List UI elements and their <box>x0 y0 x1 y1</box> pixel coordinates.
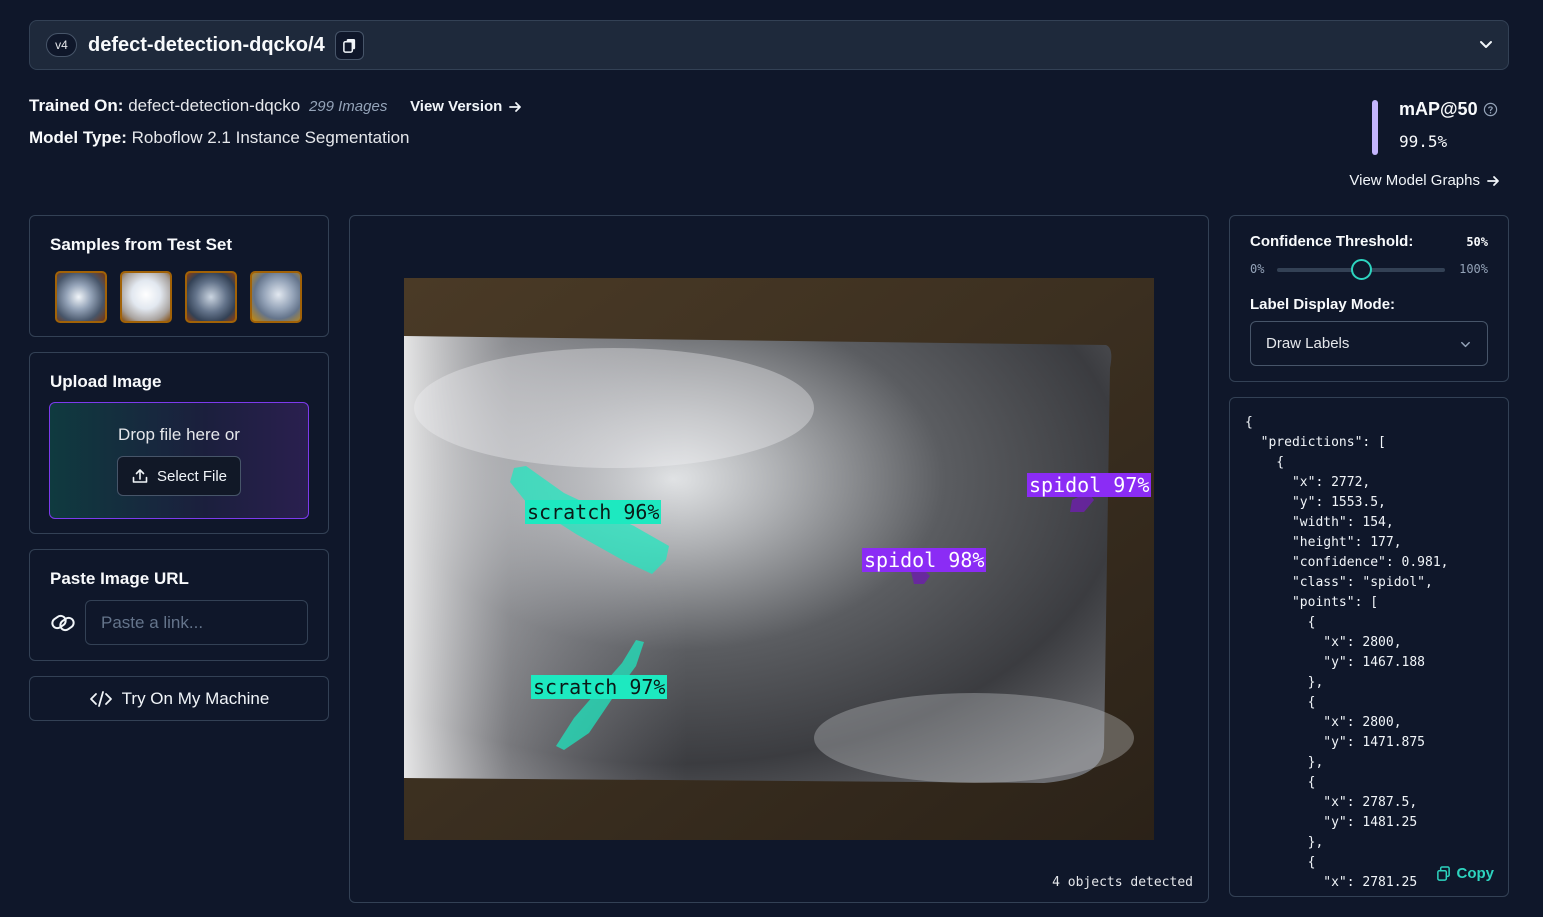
copy-icon <box>1436 866 1450 881</box>
trained-on-line: Trained On: defect-detection-dqcko 299 I… <box>29 96 522 116</box>
detection-label: spidol 98% <box>862 548 987 572</box>
upload-icon <box>132 469 148 483</box>
confidence-threshold-label: Confidence Threshold: <box>1250 233 1414 250</box>
map-label-text: mAP@50 <box>1399 99 1478 119</box>
sample-thumbnails <box>55 271 302 323</box>
inference-image: scratch 96% scratch 97% spidol 98% spido… <box>404 278 1154 840</box>
metric-accent-bar <box>1372 100 1378 155</box>
detection-label: scratch 96% <box>525 500 662 524</box>
arrow-right-icon <box>509 101 522 112</box>
copy-icon <box>342 38 355 53</box>
label-display-mode-select[interactable]: Draw Labels <box>1250 321 1488 366</box>
label-display-mode-value: Draw Labels <box>1266 335 1350 352</box>
image-url-input[interactable]: Paste a link... <box>85 600 308 645</box>
inference-image-panel: scratch 96% scratch 97% spidol 98% spido… <box>349 215 1209 903</box>
select-file-button[interactable]: Select File <box>116 456 242 496</box>
view-version-label: View Version <box>410 98 503 115</box>
help-icon[interactable] <box>1483 102 1498 117</box>
inference-controls-panel: Confidence Threshold: 50% 0% 100% Label … <box>1229 215 1509 382</box>
upload-title: Upload Image <box>50 372 162 391</box>
detection-label: spidol 97% <box>1027 473 1152 497</box>
inference-image-canvas <box>404 278 1154 840</box>
drop-text: Drop file here or <box>118 425 240 444</box>
try-on-my-machine-button[interactable]: Try On My Machine <box>29 676 329 721</box>
copy-json-button[interactable]: Copy <box>1431 865 1495 882</box>
arrow-right-icon <box>1487 175 1499 186</box>
detection-label: scratch 97% <box>531 675 668 699</box>
copy-json-label: Copy <box>1456 865 1495 882</box>
json-output-panel: { "predictions": [ { "x": 2772, "y": 155… <box>1229 397 1509 897</box>
sample-thumbnail[interactable] <box>250 271 302 323</box>
upload-panel: Upload Image Drop file here or Select Fi… <box>29 352 329 534</box>
view-model-graphs-link[interactable]: View Model Graphs <box>1349 170 1500 190</box>
version-badge: v4 <box>46 33 77 57</box>
model-type-line: Model Type: Roboflow 2.1 Instance Segmen… <box>29 128 410 148</box>
chevron-down-icon <box>1461 341 1470 348</box>
link-icon <box>51 614 75 632</box>
sample-thumbnail[interactable] <box>120 271 172 323</box>
slider-min-label: 0% <box>1250 262 1265 276</box>
samples-panel: Samples from Test Set <box>29 215 329 337</box>
code-icon <box>89 690 112 707</box>
model-id-title: defect-detection-dqcko/4 <box>88 33 325 56</box>
paste-url-panel: Paste Image URL Paste a link... <box>29 549 329 661</box>
slider-max-label: 100% <box>1459 262 1488 276</box>
paste-url-title: Paste Image URL <box>50 569 189 588</box>
view-version-link[interactable]: View Version <box>410 98 522 115</box>
map-metric-value: 99.5% <box>1399 132 1448 151</box>
confidence-threshold-value: 50% <box>1466 235 1488 249</box>
select-file-label: Select File <box>156 467 228 485</box>
copy-model-id-button[interactable] <box>334 30 364 60</box>
json-output-text: { "predictions": [ { "x": 2772, "y": 155… <box>1245 415 1449 890</box>
label-display-mode-label: Label Display Mode: <box>1250 296 1396 313</box>
trained-on-label: Trained On: <box>29 96 124 115</box>
try-on-machine-label: Try On My Machine <box>121 688 270 708</box>
image-count: 299 Images <box>308 98 388 115</box>
model-type-value: Roboflow 2.1 Instance Segmentation <box>131 128 410 147</box>
view-graphs-label: View Model Graphs <box>1349 172 1480 189</box>
map-metric-label: mAP@50 <box>1399 99 1498 120</box>
sample-thumbnail[interactable] <box>55 271 107 323</box>
objects-detected-count: 4 objects detected <box>1052 875 1193 890</box>
version-selector[interactable]: v4 defect-detection-dqcko/4 <box>29 20 1509 70</box>
file-drop-zone[interactable]: Drop file here or Select File <box>49 402 309 519</box>
sample-thumbnail[interactable] <box>185 271 237 323</box>
trained-on-dataset: defect-detection-dqcko <box>128 96 301 115</box>
samples-title: Samples from Test Set <box>50 235 233 254</box>
chevron-down-icon[interactable] <box>1478 36 1494 52</box>
confidence-slider-handle[interactable] <box>1351 259 1372 280</box>
model-type-label: Model Type: <box>29 128 127 147</box>
